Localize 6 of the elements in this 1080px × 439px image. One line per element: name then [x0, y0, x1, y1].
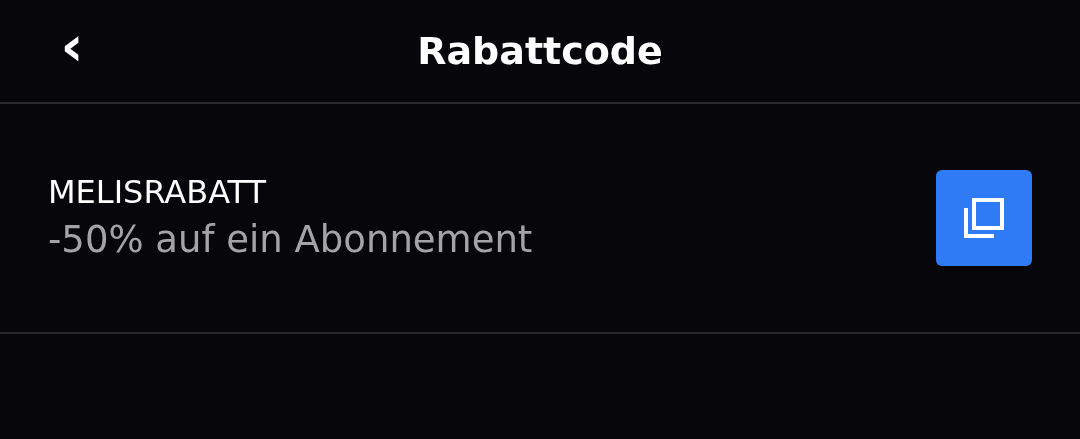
copy-icon — [962, 196, 1006, 240]
discount-code: MELISRABATT — [48, 172, 268, 213]
copy-button[interactable] — [936, 170, 1032, 266]
back-button[interactable]: ‹ — [48, 16, 96, 76]
discount-description: -50% auf ein Abonnement — [48, 217, 533, 263]
page-title: Rabattcode — [417, 27, 663, 75]
